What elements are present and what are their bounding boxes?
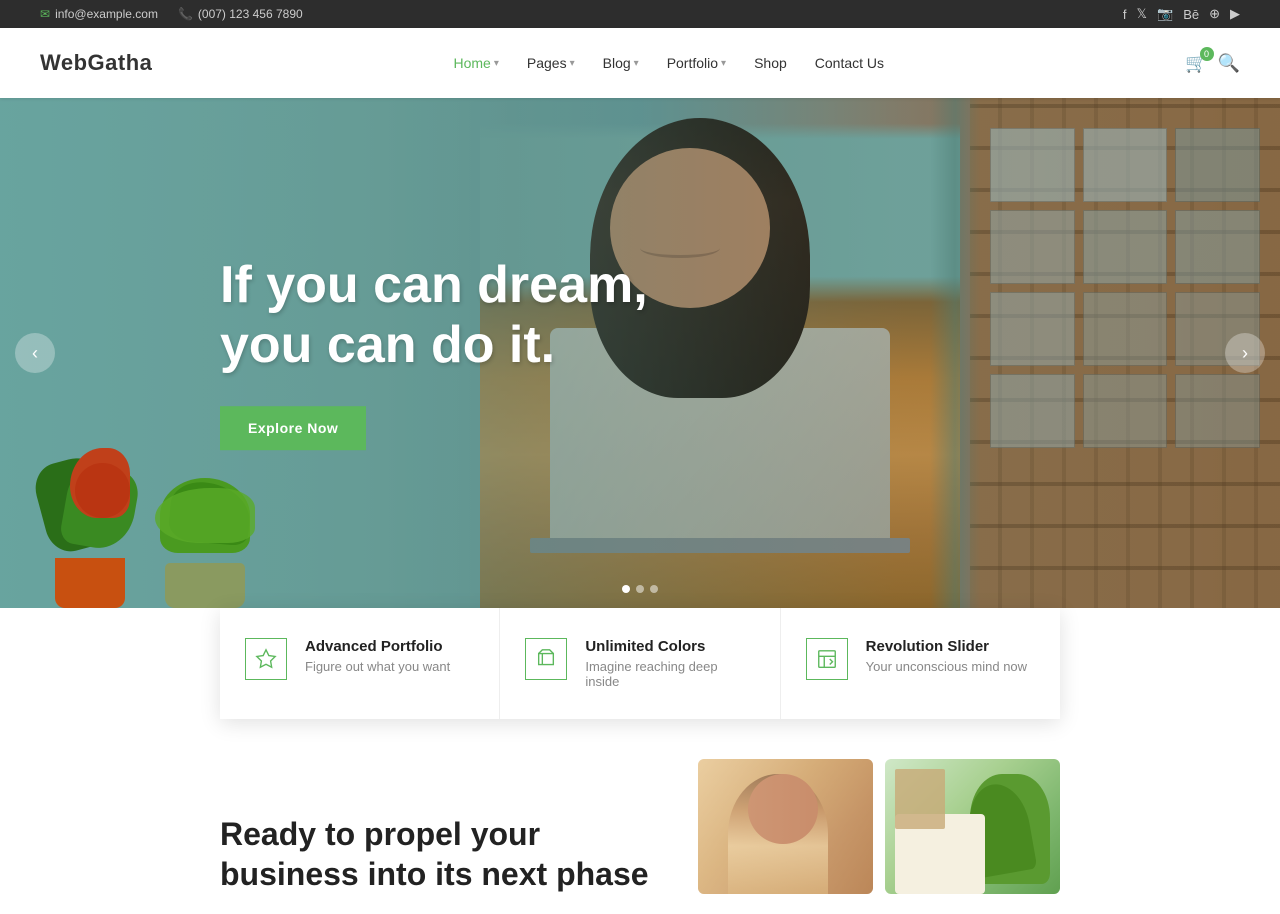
facebook-icon[interactable]: f <box>1123 7 1127 22</box>
nav-contact[interactable]: Contact Us <box>803 47 896 79</box>
slider-dot-1[interactable] <box>622 585 630 593</box>
youtube-icon[interactable]: ▶ <box>1230 6 1240 22</box>
feature-card-portfolio: Advanced Portfolio Figure out what you w… <box>220 608 500 719</box>
slider-icon <box>806 638 848 680</box>
phone-icon: 📞 <box>178 7 193 21</box>
chevron-down-icon: ▾ <box>634 58 639 69</box>
feature-card-slider: Revolution Slider Your unconscious mind … <box>781 608 1060 719</box>
nav-pages[interactable]: Pages ▾ <box>515 47 587 79</box>
phone-info: 📞 (007) 123 456 7890 <box>178 7 303 21</box>
portfolio-icon <box>245 638 287 680</box>
top-bar: ✉ info@example.com 📞 (007) 123 456 7890 … <box>0 0 1280 28</box>
feature-text-portfolio: Advanced Portfolio Figure out what you w… <box>305 638 450 674</box>
hero-content: If you can dream, you can do it. Explore… <box>220 256 648 450</box>
hero-title: If you can dream, you can do it. <box>220 256 648 376</box>
search-icon[interactable]: 🔍 <box>1218 53 1240 74</box>
email-info: ✉ info@example.com <box>40 7 158 21</box>
top-bar-left: ✉ info@example.com 📞 (007) 123 456 7890 <box>40 7 303 21</box>
slider-prev-button[interactable]: ‹ <box>15 333 55 373</box>
slider-next-button[interactable]: › <box>1225 333 1265 373</box>
nav-home[interactable]: Home ▾ <box>442 47 511 79</box>
dribbble-icon[interactable]: ⊕ <box>1209 6 1220 22</box>
feature-text-slider: Revolution Slider Your unconscious mind … <box>866 638 1027 674</box>
plants-decoration <box>50 458 265 608</box>
nav-portfolio[interactable]: Portfolio ▾ <box>655 47 738 79</box>
bottom-image-2 <box>885 759 1060 894</box>
feature-cards: Advanced Portfolio Figure out what you w… <box>220 608 1060 719</box>
twitter-icon[interactable]: 𝕏 <box>1137 6 1147 22</box>
feature-text-colors: Unlimited Colors Imagine reaching deep i… <box>585 638 754 689</box>
header: WebGatha Home ▾ Pages ▾ Blog ▾ Portfolio… <box>0 28 1280 98</box>
email-icon: ✉ <box>40 7 50 21</box>
logo: WebGatha <box>40 50 152 76</box>
behance-icon[interactable]: Bē <box>1183 7 1199 22</box>
nav-blog[interactable]: Blog ▾ <box>591 47 651 79</box>
slider-dot-2[interactable] <box>636 585 644 593</box>
feature-card-colors: Unlimited Colors Imagine reaching deep i… <box>500 608 780 719</box>
bottom-images <box>698 759 1060 894</box>
social-links: f 𝕏 📷 Bē ⊕ ▶ <box>1123 6 1240 22</box>
slider-dots <box>622 585 658 593</box>
chevron-down-icon: ▾ <box>494 58 499 69</box>
main-nav: Home ▾ Pages ▾ Blog ▾ Portfolio ▾ Shop C… <box>442 47 897 79</box>
hero-section: If you can dream, you can do it. Explore… <box>0 98 1280 608</box>
bottom-image-1 <box>698 759 873 894</box>
chevron-down-icon: ▾ <box>570 58 575 69</box>
cart-button[interactable]: 🛒 0 <box>1185 53 1207 74</box>
colors-icon <box>525 638 567 680</box>
chevron-down-icon: ▾ <box>721 58 726 69</box>
explore-now-button[interactable]: Explore Now <box>220 406 366 450</box>
header-icons: 🛒 0 🔍 <box>1185 53 1240 74</box>
bottom-heading: Ready to propel your business into its n… <box>220 814 649 894</box>
bottom-section: Ready to propel your business into its n… <box>0 719 1280 914</box>
instagram-icon[interactable]: 📷 <box>1157 6 1173 22</box>
cart-badge: 0 <box>1200 47 1214 61</box>
slider-dot-3[interactable] <box>650 585 658 593</box>
nav-shop[interactable]: Shop <box>742 47 799 79</box>
